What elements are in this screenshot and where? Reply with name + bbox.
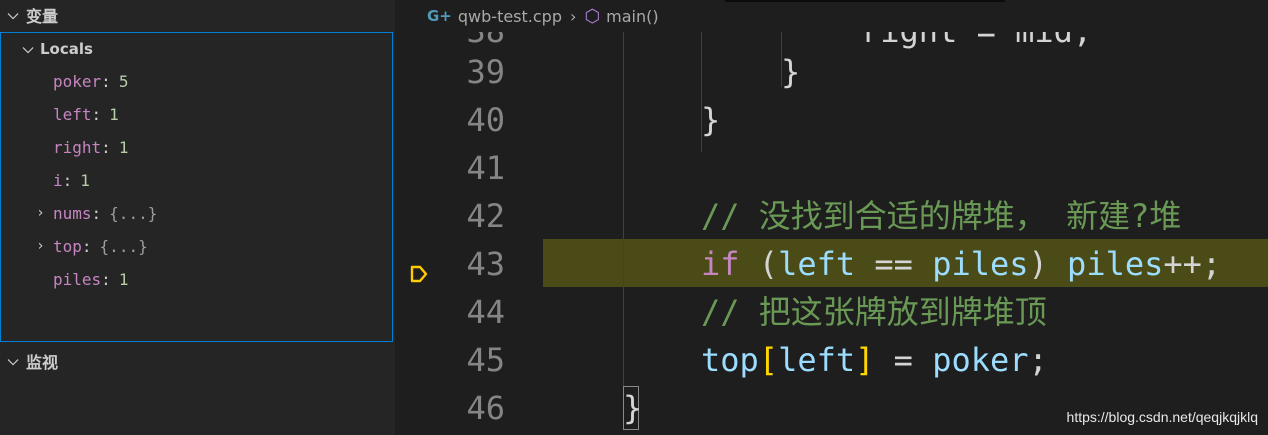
line-number: 44 [466,293,505,331]
overlay-shadow [725,0,1005,2]
variables-section-header[interactable]: ⌵ 变量 [0,0,395,30]
variable-value: 1 [109,104,119,124]
variables-title: 变量 [26,7,59,26]
variable-name: right [53,137,102,157]
variable-row-left[interactable]: left: 1 [28,99,119,129]
breadcrumb-symbol[interactable]: main() [606,7,658,26]
chevron-right-icon: › [569,6,577,26]
variable-name: top [53,236,82,256]
debug-sidebar: ⌵ 变量 ⌵ Locals poker: 5 left: 1 right: 1 … [0,0,395,435]
code-text-line-45: top[left] = poker; [701,341,1048,379]
watch-section-header[interactable]: ⌵ 监视 [0,346,395,376]
chevron-down-icon: ⌵ [22,41,34,57]
variable-name: piles [53,269,102,289]
variable-row-nums[interactable]: › nums: {...} [28,198,158,228]
code-line-43[interactable]: 43 if (left == piles) piles++; [395,240,1268,288]
chevron-down-icon: ⌵ [7,7,19,23]
code-editor[interactable]: 38 right = mid; 39 } 40 } 41 42 // 没找到合适… [395,32,1268,435]
cube-symbol-icon: ⬡ [584,5,601,27]
chevron-down-icon: ⌵ [7,353,19,369]
watch-title: 监视 [26,353,59,372]
code-line-42[interactable]: 42 // 没找到合适的牌堆， 新建?堆 [395,192,1268,240]
variable-value: 1 [118,269,129,289]
line-number: 45 [466,341,505,379]
line-number: 40 [466,101,505,139]
code-text: } [623,389,643,427]
code-comment: // 把这张牌放到牌堆顶 [701,293,1047,331]
chevron-right-icon[interactable]: › [28,205,53,221]
variable-row-right[interactable]: right: 1 [28,132,128,162]
line-number: 42 [466,197,505,235]
line-number: 43 [466,245,505,283]
code-text: } [701,101,721,139]
watermark: https://blog.csdn.net/qeqjkqjklq [1066,409,1258,425]
variable-name: poker [53,71,102,91]
variable-value: {...} [109,203,158,223]
breadcrumb: G+ qwb-test.cpp › ⬡ main() [427,6,659,27]
variable-name: left [53,104,92,124]
locals-label: Locals [40,40,93,58]
cpp-file-icon: G+ [427,7,452,25]
code-text: } [781,53,801,91]
variable-row-poker[interactable]: poker: 5 [28,66,128,96]
variable-name: i [53,170,63,190]
variable-value: 1 [80,170,90,190]
variable-value: 5 [118,71,129,91]
variable-value: 1 [118,137,129,157]
variable-row-piles[interactable]: piles: 1 [28,264,128,294]
code-line-39[interactable]: 39 } [395,48,1268,96]
variable-value: {...} [99,236,148,256]
breadcrumb-file[interactable]: qwb-test.cpp [458,7,562,26]
line-number: 39 [466,53,505,91]
chevron-right-icon[interactable]: › [28,238,53,254]
line-number: 46 [466,389,505,427]
variable-row-top[interactable]: › top: {...} [28,231,148,261]
code-comment: // 没找到合适的牌堆， 新建?堆 [701,197,1182,235]
code-line-40[interactable]: 40 } [395,96,1268,144]
variable-name: nums [53,203,92,223]
variable-row-i[interactable]: i: 1 [28,165,90,195]
code-line-44[interactable]: 44 // 把这张牌放到牌堆顶 [395,288,1268,336]
code-text-line-43: if (left == piles) piles++; [701,245,1222,283]
breadcrumb-bar: G+ qwb-test.cpp › ⬡ main() [395,0,1268,32]
line-number: 41 [466,149,505,187]
code-line-45[interactable]: 45 top[left] = poker; [395,336,1268,384]
code-line-41[interactable]: 41 [395,144,1268,192]
locals-scope-header[interactable]: ⌵ Locals [16,36,93,62]
